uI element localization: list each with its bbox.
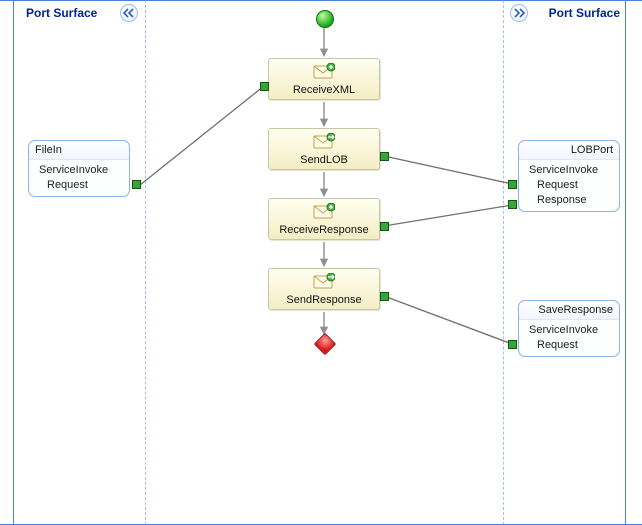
receive-shape-icon [313, 203, 335, 221]
column-separator-right [503, 0, 504, 525]
shape-label: SendLOB [271, 154, 377, 166]
shape-receiveresponse[interactable]: ReceiveResponse [268, 198, 380, 240]
port-filein-request-handle[interactable] [132, 180, 141, 189]
frame-left [13, 0, 14, 525]
port-saveresponse[interactable]: SaveResponse ServiceInvoke Request [518, 300, 620, 357]
port-lobport[interactable]: LOBPort ServiceInvoke Request Response [518, 140, 620, 212]
shape-receivexml-left-handle[interactable] [260, 82, 269, 91]
port-lobport-request-handle[interactable] [508, 180, 517, 189]
shape-sendlob[interactable]: SendLOB [268, 128, 380, 170]
receive-shape-icon [313, 63, 335, 81]
port-request: Request [519, 177, 619, 192]
frame-top [0, 0, 642, 1]
port-operation: ServiceInvoke [519, 160, 619, 177]
shape-sendresponse-right-handle[interactable] [380, 292, 389, 301]
shape-label: SendResponse [271, 294, 377, 306]
port-surface-title-right: Port Surface [549, 6, 620, 20]
port-operation: ServiceInvoke [29, 160, 129, 177]
port-request: Request [519, 337, 619, 352]
shape-receivexml[interactable]: ReceiveXML [268, 58, 380, 100]
column-separator-left [145, 0, 146, 525]
shape-sendlob-right-handle[interactable] [380, 152, 389, 161]
send-shape-icon [313, 273, 335, 291]
port-saveresponse-request-handle[interactable] [508, 340, 517, 349]
port-name: SaveResponse [519, 301, 619, 320]
start-icon [316, 10, 334, 28]
shape-sendresponse[interactable]: SendResponse [268, 268, 380, 310]
port-name: FileIn [29, 141, 129, 160]
send-shape-icon [313, 133, 335, 151]
port-operation: ServiceInvoke [519, 320, 619, 337]
frame-right [625, 0, 626, 525]
port-request: Request [29, 177, 129, 192]
port-surface-title-left: Port Surface [26, 6, 97, 20]
end-icon [314, 333, 337, 356]
shape-label: ReceiveResponse [271, 224, 377, 236]
port-response: Response [519, 192, 619, 207]
collapse-right-icon[interactable] [510, 4, 528, 22]
port-filein[interactable]: FileIn ServiceInvoke Request [28, 140, 130, 197]
shape-label: ReceiveXML [271, 84, 377, 96]
port-lobport-response-handle[interactable] [508, 200, 517, 209]
shape-receiveresponse-right-handle[interactable] [380, 222, 389, 231]
orchestration-design-surface[interactable]: { "surface": { "left_title": "Port Surfa… [0, 0, 642, 525]
collapse-left-icon[interactable] [120, 4, 138, 22]
port-name: LOBPort [519, 141, 619, 160]
